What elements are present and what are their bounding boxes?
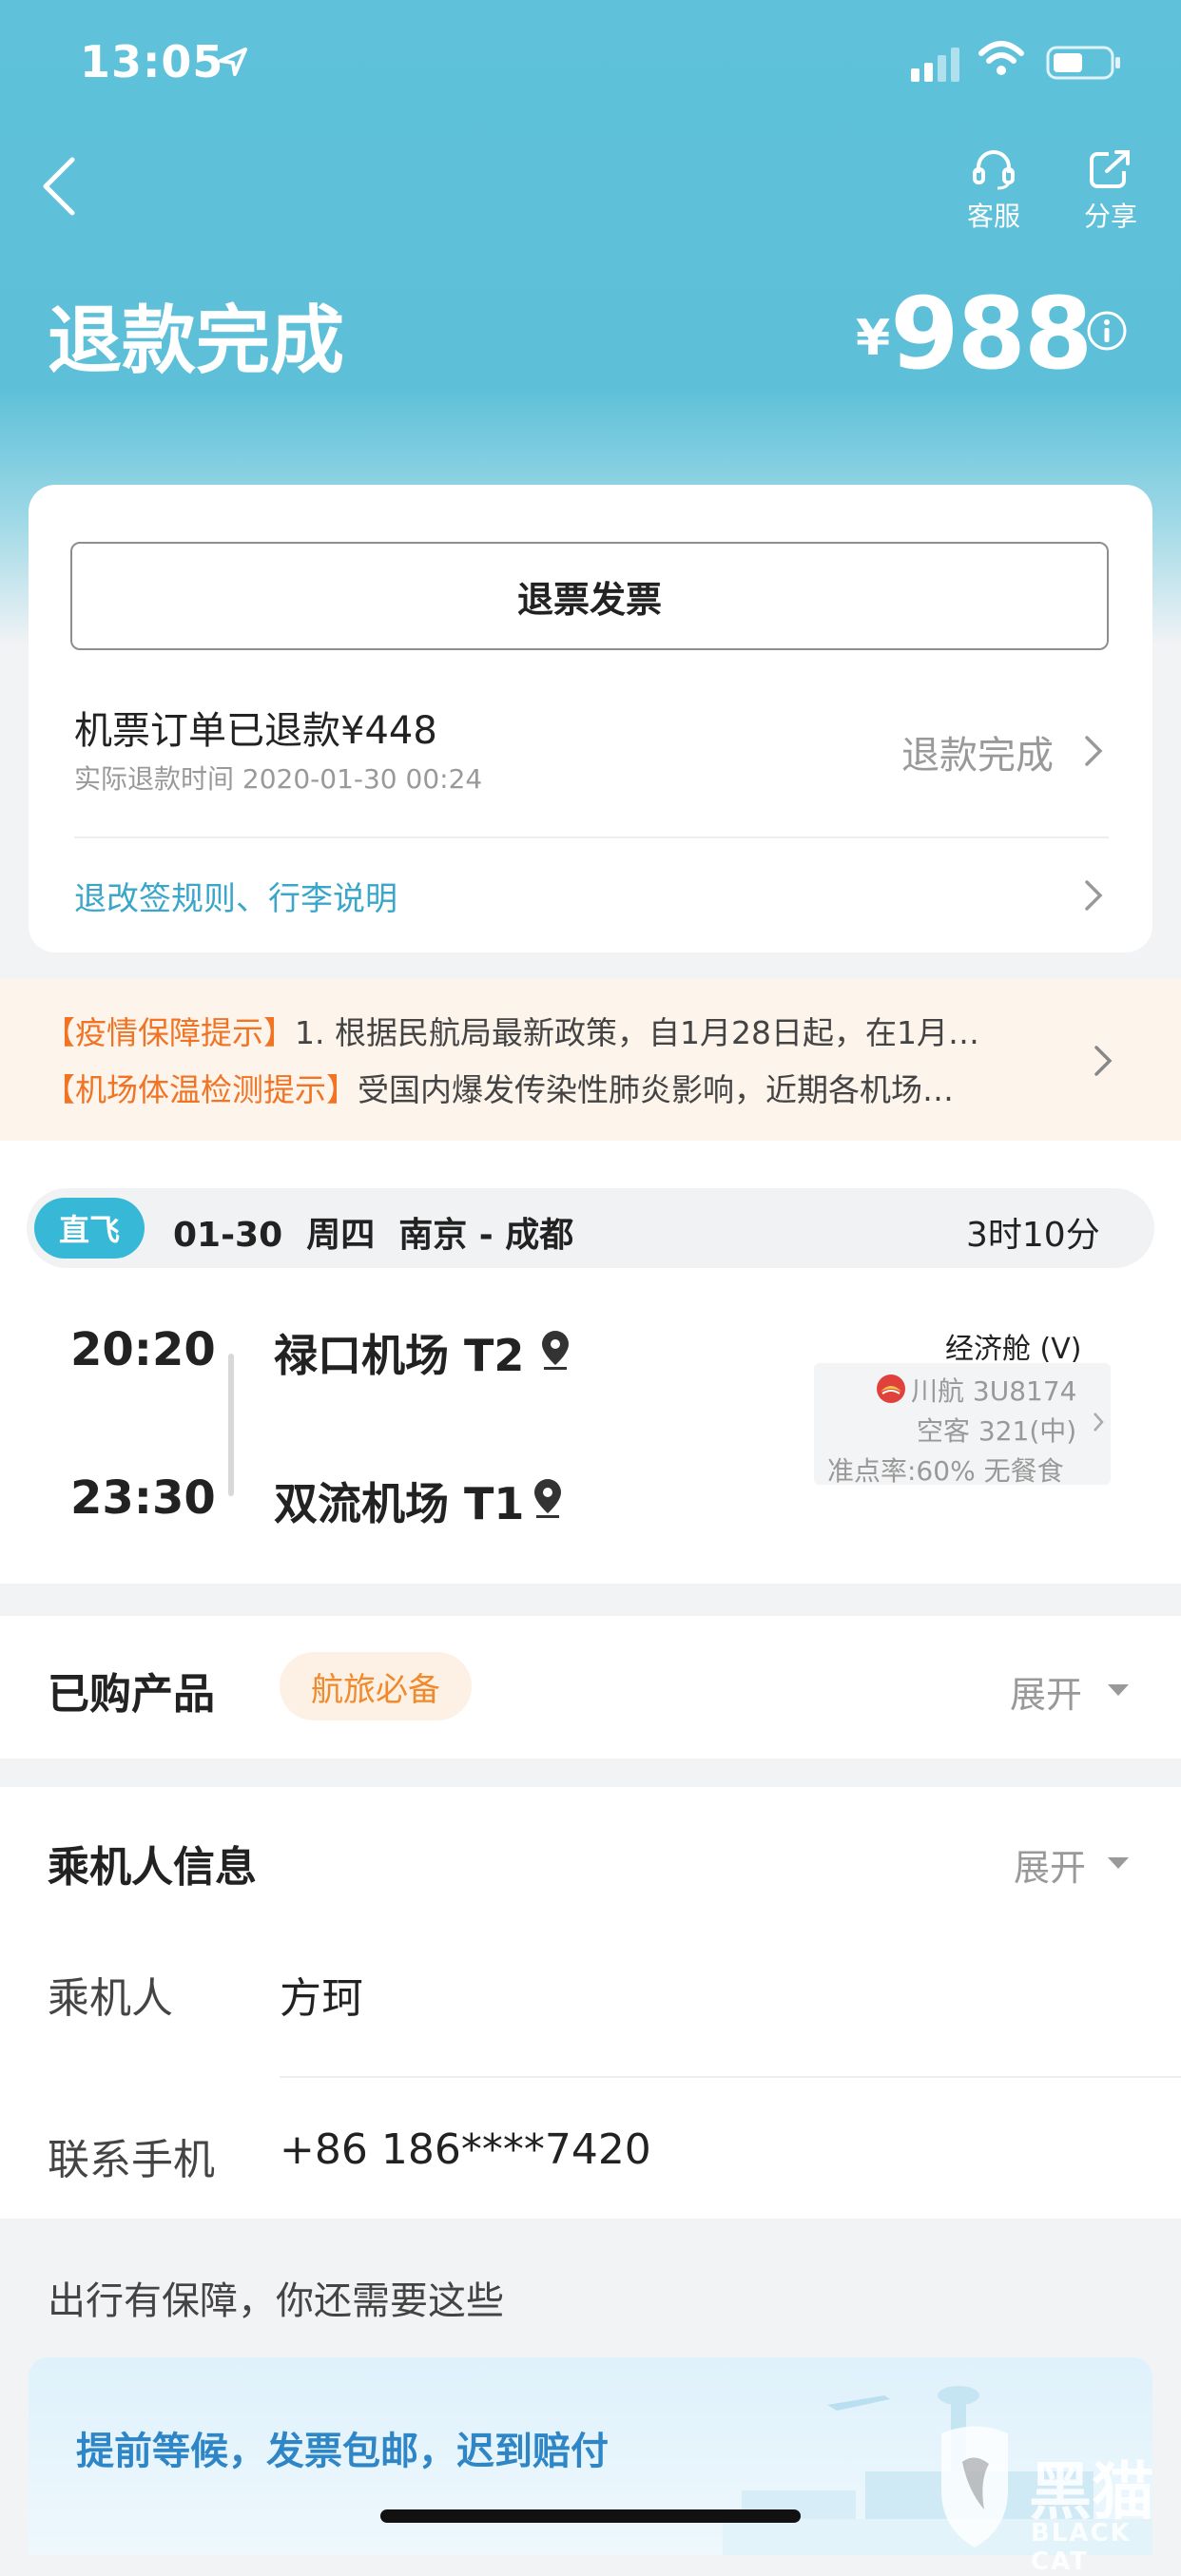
passenger-expand-button[interactable]: 展开	[1014, 1838, 1086, 1891]
passenger-info-title: 乘机人信息	[48, 1843, 257, 1892]
caret-down-icon[interactable]	[1107, 1682, 1130, 1698]
refund-price: ¥988	[856, 276, 1093, 392]
notice-text: 1. 根据民航局最新政策，自1月28日起，在1月…	[295, 1014, 979, 1051]
notice-tag: 【机场体温检测提示】	[44, 1071, 358, 1108]
watermark-subtext: BLACK CAT	[1031, 2519, 1132, 2576]
chevron-right-icon[interactable]	[1082, 734, 1105, 768]
flight-timeline	[228, 1354, 234, 1496]
purchased-products-title: 已购产品	[48, 1670, 215, 1719]
price-currency: ¥	[856, 310, 891, 367]
notice-line: 【机场体温检测提示】受国内爆发传染性肺炎影响，近期各机场…	[44, 1065, 1061, 1110]
travel-essentials-tag: 航旅必备	[280, 1652, 472, 1721]
divider	[280, 2076, 1181, 2078]
notice-text: 受国内爆发传染性肺炎影响，近期各机场…	[358, 1071, 954, 1108]
notice-banner[interactable]	[0, 979, 1181, 1141]
passenger-label: 乘机人	[48, 1974, 173, 2023]
sichuan-airlines-logo-icon	[877, 1375, 905, 1403]
location-pin-icon[interactable]	[531, 1477, 565, 1519]
home-indicator	[380, 2509, 801, 2523]
promo-text: 提前等候，发票包邮，迟到赔付	[76, 2430, 609, 2473]
share-button[interactable]: 分享	[1075, 148, 1147, 234]
notice-line: 【疫情保障提示】1. 根据民航局最新政策，自1月28日起，在1月…	[44, 1008, 1061, 1053]
cellular-signal-icon	[911, 48, 959, 82]
contact-phone-label: 联系手机	[48, 2136, 215, 2184]
refund-time-text: 实际退款时间 2020-01-30 00:24	[74, 763, 483, 795]
departure-airport: 禄口机场 T2	[274, 1330, 525, 1381]
chevron-right-icon[interactable]	[1092, 1411, 1105, 1433]
notice-tag: 【疫情保障提示】	[44, 1014, 295, 1051]
flight-number: 川航 3U8174	[911, 1375, 1077, 1407]
page-title: 退款完成	[48, 298, 345, 384]
headset-icon	[973, 150, 1015, 190]
departure-time: 20:20	[70, 1323, 216, 1376]
location-arrow-icon	[219, 48, 247, 76]
aircraft-type: 空客 321(中)	[917, 1415, 1077, 1447]
cabin-class: 经济舱 (V)	[945, 1333, 1082, 1366]
info-icon[interactable]	[1086, 310, 1128, 352]
location-pin-icon[interactable]	[538, 1329, 572, 1371]
battery-icon	[1046, 46, 1120, 80]
share-label: 分享	[1083, 201, 1137, 232]
order-refunded-text: 机票订单已退款¥448	[74, 709, 437, 753]
extras-section-title: 出行有保障，你还需要这些	[48, 2279, 504, 2323]
caret-down-icon[interactable]	[1107, 1855, 1130, 1871]
divider	[74, 836, 1109, 838]
direct-flight-badge: 直飞	[34, 1198, 145, 1259]
rules-baggage-link[interactable]: 退改签规则、行李说明	[74, 873, 397, 919]
share-icon	[1090, 150, 1130, 188]
refund-invoice-button[interactable]: 退票发票	[70, 542, 1109, 650]
status-time: 13:05	[80, 36, 224, 87]
passenger-name: 方珂	[280, 1974, 363, 2023]
back-arrow-icon[interactable]	[36, 152, 93, 219]
arrival-time: 23:30	[70, 1471, 216, 1525]
chevron-right-icon[interactable]	[1082, 878, 1105, 913]
wifi-icon	[978, 41, 1024, 75]
refund-status-link[interactable]: 退款完成	[901, 724, 1054, 779]
chevron-right-icon[interactable]	[1092, 1044, 1114, 1078]
customer-service-label: 客服	[966, 201, 1020, 232]
flight-date-route: 01-30 周四 南京 - 成都	[173, 1216, 574, 1255]
on-time-rate: 准点率:60% 无餐食	[827, 1455, 1064, 1487]
customer-service-button[interactable]: 客服	[960, 148, 1027, 234]
contact-phone-value: +86 186****7420	[280, 2125, 651, 2174]
purchased-expand-button[interactable]: 展开	[1010, 1665, 1082, 1718]
flight-duration: 3时10分	[966, 1216, 1100, 1255]
price-value: 988	[890, 276, 1093, 392]
arrival-airport: 双流机场 T1	[274, 1478, 525, 1529]
